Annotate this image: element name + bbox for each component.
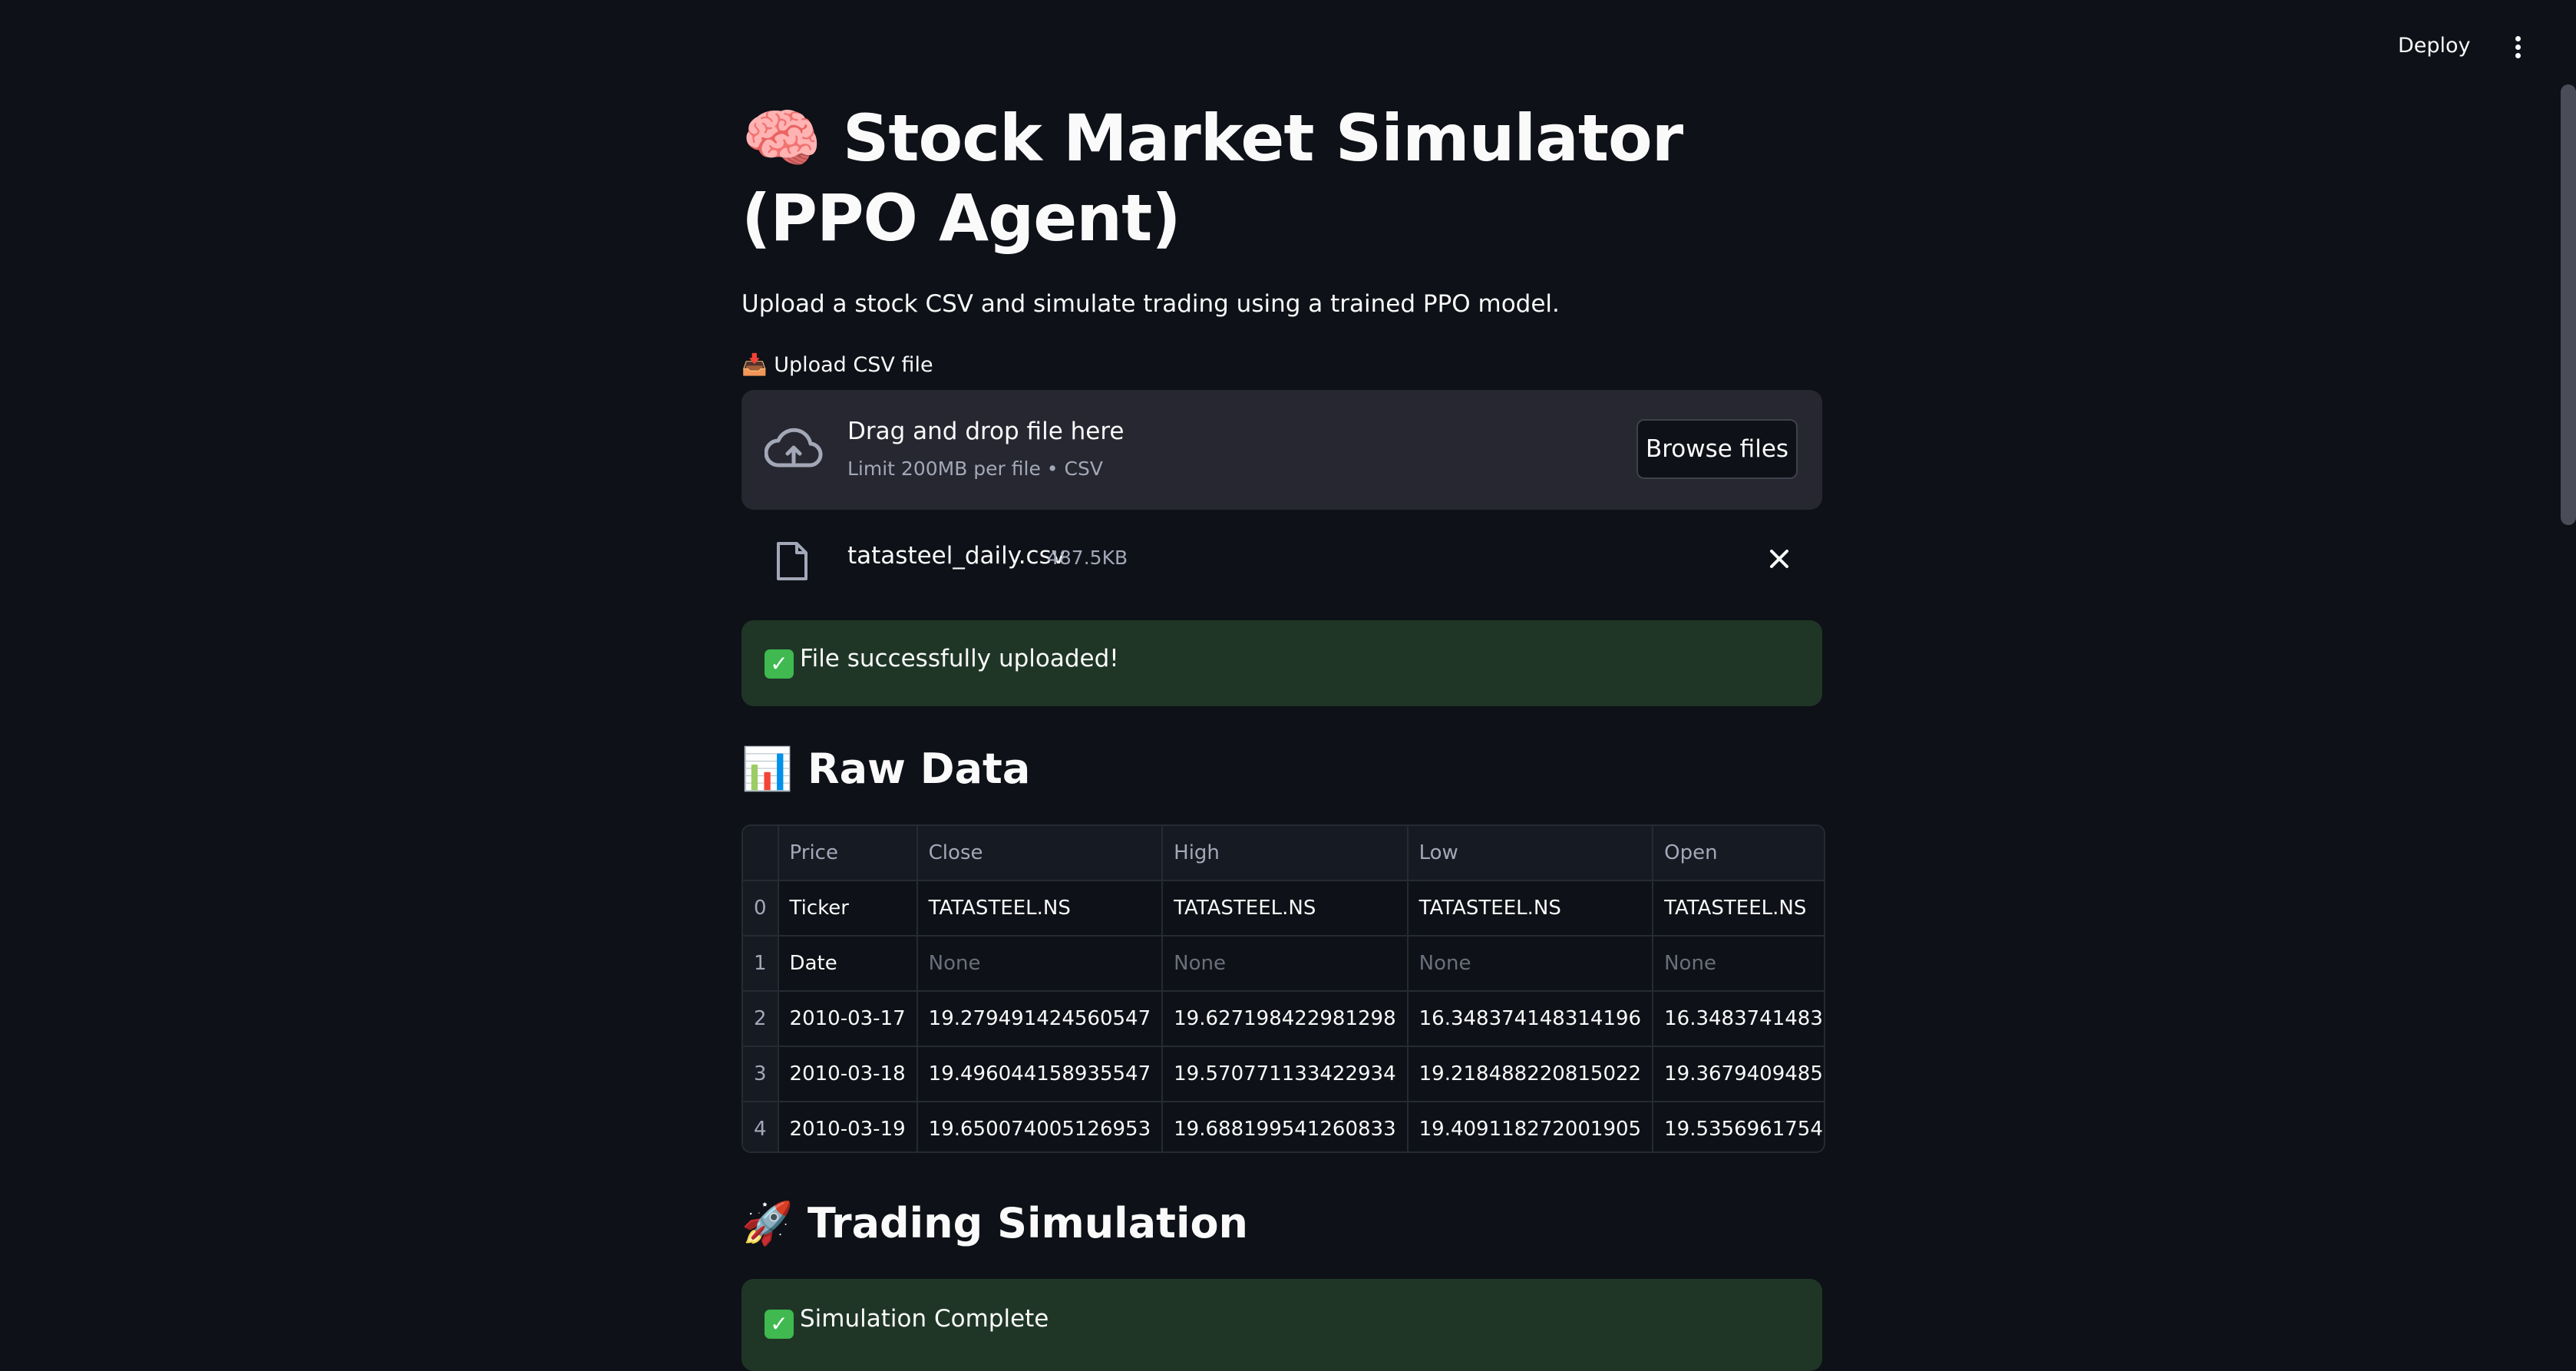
page-subtitle: Upload a stock CSV and simulate trading … <box>741 290 1560 318</box>
table-cell[interactable]: 19.218488220815022 <box>1407 1046 1654 1102</box>
check-icon: ✓ <box>765 1310 794 1339</box>
row-index[interactable]: 1 <box>743 936 779 992</box>
dropzone-limit: Limit 200MB per file • CSV <box>847 458 1103 480</box>
table-header-cell[interactable]: Low <box>1407 826 1654 881</box>
table-cell[interactable]: 19.627198422981298 <box>1162 991 1409 1047</box>
table-cell[interactable]: 19.570771133422934 <box>1162 1046 1409 1102</box>
table-cell[interactable]: 2010-03-17 <box>778 991 918 1047</box>
table-header-cell[interactable]: High <box>1162 826 1409 881</box>
simulation-complete-text: Simulation Complete <box>800 1305 1049 1333</box>
table-cell[interactable]: 16.348374148314196 <box>1407 991 1654 1047</box>
kebab-menu-icon[interactable] <box>2508 34 2527 64</box>
table-cell[interactable]: 19.279491424560547 <box>916 991 1164 1047</box>
browse-files-button[interactable]: Browse files <box>1636 419 1798 479</box>
table-row: 3 2010-03-18 19.496044158935547 19.57077113… <box>743 1046 1824 1102</box>
table-cell[interactable]: TATASTEEL.NS <box>1653 880 1824 937</box>
file-dropzone[interactable]: Drag and drop file here Limit 200MB per … <box>741 390 1822 510</box>
table-cell[interactable]: 19.36794094856125 <box>1653 1046 1824 1102</box>
table-header-cell[interactable]: Price <box>778 826 918 881</box>
trading-simulation-heading: 🚀 Trading Simulation <box>741 1199 1248 1247</box>
table-cell[interactable]: 19.650074005126953 <box>916 1102 1164 1151</box>
page-title: 🧠 Stock Market Simulator (PPO Agent) <box>741 101 1683 256</box>
table-cell[interactable]: 19.688199541260833 <box>1162 1102 1409 1151</box>
table-cell[interactable]: 19.496044158935547 <box>916 1046 1164 1102</box>
file-icon <box>777 542 807 580</box>
table-cell[interactable]: None <box>916 936 1164 992</box>
table-cell[interactable]: None <box>1653 936 1824 992</box>
table-cell[interactable]: TATASTEEL.NS <box>916 880 1164 937</box>
upload-success-alert: ✓ File successfully uploaded! <box>741 620 1822 706</box>
table-cell[interactable]: 16.348374148314196 <box>1653 991 1824 1047</box>
table-cell[interactable]: None <box>1162 936 1409 992</box>
row-index[interactable]: 3 <box>743 1046 779 1102</box>
table-row: 2 2010-03-17 19.279491424560547 19.62719842… <box>743 991 1824 1047</box>
table-cell[interactable]: None <box>1407 936 1654 992</box>
table-header-cell[interactable] <box>743 826 779 881</box>
upload-success-text: File successfully uploaded! <box>800 645 1119 672</box>
table-cell[interactable]: 2010-03-19 <box>778 1102 918 1151</box>
check-icon: ✓ <box>765 649 794 679</box>
row-index[interactable]: 2 <box>743 991 779 1047</box>
table-header-cell[interactable]: Close <box>916 826 1164 881</box>
file-name: tatasteel_daily.csv <box>847 542 1066 570</box>
file-size: 487.5KB <box>1047 547 1128 569</box>
row-index[interactable]: 0 <box>743 880 779 937</box>
raw-data-table[interactable]: PriceCloseHighLowOpenVo 0TickerTATASTEEL… <box>741 824 1825 1153</box>
uploaded-file: tatasteel_daily.csv 487.5KB <box>741 527 1822 590</box>
simulation-complete-alert: ✓ Simulation Complete <box>741 1279 1822 1371</box>
row-index[interactable]: 4 <box>743 1102 779 1151</box>
table-row: 0 Ticker TATASTEEL.NS TATASTEEL.NS TATASTEEL… <box>743 880 1824 937</box>
cloud-upload-icon <box>765 428 823 467</box>
deploy-button[interactable]: Deploy <box>2398 34 2471 58</box>
table-cell[interactable]: 19.409118272001905 <box>1407 1102 1654 1151</box>
table-cell[interactable]: 2010-03-18 <box>778 1046 918 1102</box>
table-row: 1DateNoneNoneNoneNoneNo <box>743 936 1824 992</box>
uploader-label: 📥 Upload CSV file <box>741 353 933 377</box>
app-header: Deploy <box>0 0 2576 98</box>
table-cell[interactable]: Ticker <box>778 880 918 937</box>
table-header-cell[interactable]: Open <box>1653 826 1824 881</box>
table-cell[interactable]: Date <box>778 936 918 992</box>
table-cell[interactable]: TATASTEEL.NS <box>1162 880 1409 937</box>
raw-data-heading: 📊 Raw Data <box>741 745 1031 793</box>
dropzone-instructions: Drag and drop file here <box>847 418 1125 445</box>
close-icon[interactable] <box>1764 543 1795 574</box>
scrollbar[interactable] <box>2561 84 2576 525</box>
table-cell[interactable]: 19.535696175496703 <box>1653 1102 1824 1151</box>
table-cell[interactable]: TATASTEEL.NS <box>1407 880 1654 937</box>
table-row: 4 2010-03-19 19.650074005126953 19.68819954… <box>743 1102 1824 1151</box>
